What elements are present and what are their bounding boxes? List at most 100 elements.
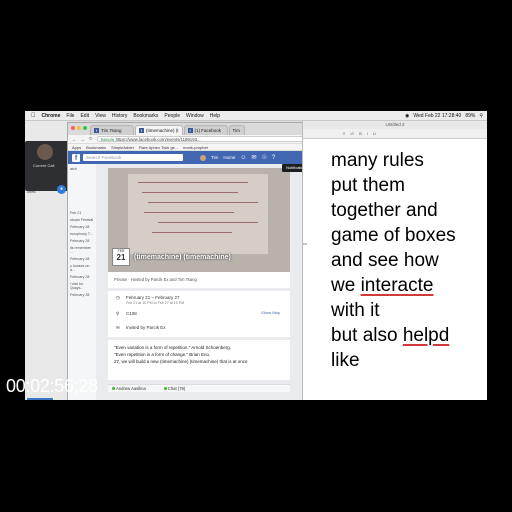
event-title: (timemachine) (timemachine)	[134, 254, 231, 261]
facebook-logo-icon[interactable]: f	[72, 153, 80, 162]
menu-app-name[interactable]: Chrome	[42, 113, 61, 119]
bookmark-aphex[interactable]: Rare Aphex Twin ge...	[139, 145, 178, 150]
notes-text-area[interactable]: many rules put them together and game of bo…	[331, 148, 487, 373]
notes-line: like	[331, 348, 487, 373]
cover-line	[142, 192, 238, 193]
notes-text-run: but also	[331, 325, 403, 346]
wifi-icon[interactable]: ◉	[405, 113, 409, 119]
left-item[interactable]: Feb 21	[70, 211, 94, 215]
avatar[interactable]	[200, 154, 206, 161]
tab-label: Tim Tsang	[101, 128, 122, 133]
menu-view[interactable]: View	[95, 113, 106, 119]
tab-tim[interactable]: Tim	[228, 125, 245, 135]
tab-label: Tim	[232, 128, 240, 133]
facebook-search-input[interactable]: Search Facebook	[83, 154, 183, 161]
left-item: February 28	[70, 239, 90, 243]
cover-paper	[128, 174, 268, 254]
bookmarks-bar: Apps Bookmarks SimpleAdder Rare Aphex Tw…	[68, 144, 320, 151]
chat-person[interactable]: Andrew Aasilina	[112, 386, 146, 391]
zoom-window-button[interactable]	[83, 126, 87, 130]
timecode-underline	[27, 398, 53, 400]
menu-status-area: ◉ Wed Feb 22 17:28:40 89% ⚲	[405, 111, 483, 121]
globe-icon[interactable]: ☉	[262, 154, 267, 161]
facebook-icon: f	[187, 128, 193, 134]
notes-text-run: together and	[331, 200, 438, 221]
notes-text-run: many rules	[331, 150, 424, 171]
date-day: 21	[116, 253, 126, 262]
italic-icon[interactable]: I	[367, 131, 368, 136]
menu-window[interactable]: Window	[186, 113, 204, 119]
menu-people[interactable]: People	[164, 113, 180, 119]
bookmark-simpleadder[interactable]: SimpleAdder	[111, 145, 134, 150]
address-bar[interactable]: Secure https://www.facebook.com/events/1…	[96, 136, 314, 142]
bookmark-bookmarks[interactable]: Bookmarks	[86, 145, 106, 150]
menu-bookmarks[interactable]: Bookmarks	[133, 113, 158, 119]
left-item[interactable]: ukuan Festival	[70, 218, 94, 222]
tab-strip: f Tim Tsang f (timemachine) (t f (1) Facebo…	[68, 123, 320, 135]
left-item[interactable]: y houses on a...	[70, 264, 94, 272]
description-line: "Even repetition is a form of change." B…	[114, 352, 211, 357]
notes-line: together and	[331, 198, 487, 223]
left-item[interactable]: l visit for Quays...	[70, 282, 94, 290]
menu-help[interactable]: Help	[210, 113, 220, 119]
facebook-icon: f	[139, 128, 144, 134]
show-map-link[interactable]: Show Map	[261, 310, 280, 315]
close-window-button[interactable]	[71, 126, 75, 130]
cover-line	[152, 232, 232, 233]
misspelled-word: interacte	[360, 275, 434, 296]
menu-file[interactable]: File	[66, 113, 74, 119]
clock-text[interactable]: Wed Feb 22 17:28:40	[413, 113, 461, 119]
forward-icon[interactable]: →	[81, 137, 86, 142]
reload-icon[interactable]: ↻	[89, 136, 93, 142]
notes-line: and see how	[331, 248, 487, 273]
profile-link[interactable]: Tim	[211, 155, 218, 160]
tab-event[interactable]: f (timemachine) (t	[135, 125, 183, 135]
chrome-window: f Tim Tsang f (timemachine) (t f (1) Facebo…	[67, 122, 321, 400]
description-line: "Even variation is a form of repetition.…	[114, 345, 232, 350]
bold-icon[interactable]: B	[359, 131, 362, 136]
minimize-window-button[interactable]	[77, 126, 81, 130]
date-subtext: Feb 21 at 10 PM to Feb 27 at 10 PM	[126, 301, 185, 305]
left-item: February 28	[70, 275, 90, 279]
facebook-left-column: atch Feb 21 ukuan Festival February 28 e…	[68, 164, 96, 400]
invited-by[interactable]: Invited by Parcik Ex	[126, 325, 166, 330]
home-link[interactable]: Home	[223, 155, 235, 160]
tab-tim-tsang[interactable]: f Tim Tsang	[90, 125, 134, 135]
battery-text[interactable]: 89%	[465, 113, 475, 119]
notes-window: Untitled 2 ≡ •≡ B I U ce many rules put t…	[302, 121, 487, 400]
event-description: "Even variation is a form of repetition.…	[108, 340, 290, 380]
date-range: February 21 – February 27	[126, 295, 180, 300]
notes-text-run: and see how	[331, 250, 439, 271]
mac-menu-bar:  Chrome File Edit View History Bookmark…	[25, 111, 487, 121]
help-icon[interactable]: ?	[272, 155, 275, 161]
left-item[interactable]: lis remember ...	[70, 246, 94, 254]
search-icon[interactable]: ⚲	[479, 113, 483, 119]
clock-icon: ◷	[116, 295, 120, 300]
mute-button[interactable]: ●	[57, 185, 66, 194]
bookmark-monk[interactable]: monk-prophet	[183, 145, 208, 150]
event-cover-photo[interactable]: FEB 21 (timemachine) (timemachine)	[108, 168, 290, 272]
menu-edit[interactable]: Edit	[80, 113, 89, 119]
bookmark-apps[interactable]: Apps	[72, 145, 81, 150]
chat-button[interactable]: Chat (79)	[163, 386, 185, 391]
back-icon[interactable]: ←	[72, 137, 77, 142]
facebook-top-bar: f Search Facebook Tim Home ☺ ✉ ☉ ?	[68, 151, 320, 164]
friends-icon[interactable]: ☺	[240, 155, 246, 161]
left-item[interactable]: atch	[70, 167, 94, 171]
event-location[interactable]: C108	[126, 311, 137, 316]
notes-text-run: with it	[331, 300, 380, 321]
left-item[interactable]: europhony T...	[70, 232, 94, 236]
notes-title: Untitled 2	[303, 121, 487, 129]
underline-icon[interactable]: U	[373, 131, 376, 136]
browser-toolbar: ← → ↻ Secure https://www.facebook.com/ev…	[68, 135, 320, 144]
chat-bar: Andrew Aasilina Chat (79)	[108, 384, 290, 392]
chat-person-name: Andrew Aasilina	[116, 386, 146, 391]
list-icon[interactable]: •≡	[350, 131, 354, 136]
messages-icon[interactable]: ✉	[252, 154, 257, 161]
tab-facebook[interactable]: f (1) Facebook	[183, 125, 228, 135]
online-dot-icon	[163, 387, 167, 390]
apple-icon[interactable]: 	[31, 113, 36, 119]
facebook-nav: Tim Home ☺ ✉ ☉ ?	[200, 154, 275, 161]
menu-history[interactable]: History	[112, 113, 128, 119]
align-icon[interactable]: ≡	[343, 131, 345, 136]
